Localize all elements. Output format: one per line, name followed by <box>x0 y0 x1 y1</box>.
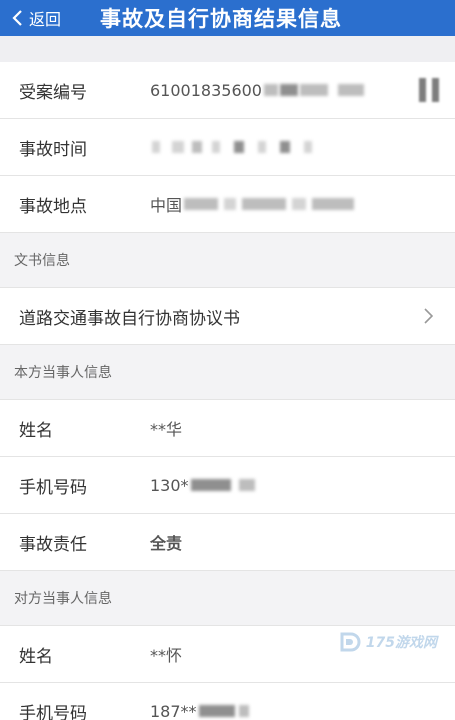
own-phone-row: 手机号码 130* <box>0 457 455 514</box>
own-phone-label: 手机号码 <box>19 477 87 498</box>
redaction-mark <box>238 705 249 717</box>
case-number-label: 受案编号 <box>19 82 87 103</box>
redaction-mark <box>172 141 184 153</box>
own-phone-text: 130* <box>150 475 189 495</box>
redaction-mark <box>152 141 160 153</box>
own-name-row: 姓名 **华 <box>0 400 455 457</box>
redaction-mark <box>304 141 312 153</box>
accident-time-label: 事故时间 <box>19 139 87 160</box>
other-phone-label: 手机号码 <box>19 703 87 720</box>
redaction-mark <box>242 198 287 210</box>
redaction-mark <box>234 141 244 153</box>
redaction-mark <box>280 141 290 153</box>
back-label: 返回 <box>29 10 62 29</box>
case-number-text: 61001835600 <box>150 80 262 100</box>
chevron-right-icon <box>424 308 433 324</box>
top-spacer <box>0 36 455 62</box>
redaction-mark <box>192 141 202 153</box>
own-name-value: **华 <box>150 420 183 439</box>
redaction-mark <box>238 479 255 491</box>
redaction-mark <box>299 84 328 96</box>
redaction-mark <box>258 141 266 153</box>
own-party-section-header: 本方当事人信息 <box>0 345 455 400</box>
accident-time-row: 事故时间 <box>0 119 455 176</box>
case-number-value: 61001835600 <box>150 81 364 100</box>
redaction-mark <box>212 141 220 153</box>
redaction-mark <box>190 479 231 491</box>
redaction-block <box>419 78 439 102</box>
agreement-document-label: 道路交通事故自行协商协议书 <box>19 308 240 329</box>
page-title: 事故及自行协商结果信息 <box>100 7 342 31</box>
own-name-label: 姓名 <box>19 420 53 441</box>
app-header: 返回 事故及自行协商结果信息 <box>0 0 455 36</box>
own-liability-label: 事故责任 <box>19 534 87 555</box>
redaction-mark <box>198 705 235 717</box>
redaction-mark <box>184 198 219 210</box>
watermark-logo-icon <box>340 632 361 652</box>
chevron-left-icon <box>12 10 22 26</box>
redaction-mark <box>292 198 307 210</box>
other-phone-text: 187** <box>150 701 197 720</box>
own-liability-row: 事故责任 全责 <box>0 514 455 571</box>
other-party-section-header: 对方当事人信息 <box>0 571 455 626</box>
accident-place-row: 事故地点 中国 <box>0 176 455 233</box>
site-watermark: 175游戏网 <box>338 630 437 654</box>
redaction-mark <box>312 198 355 210</box>
accident-place-label: 事故地点 <box>19 196 87 217</box>
case-number-row: 受案编号 61001835600 <box>0 62 455 119</box>
documents-section-header: 文书信息 <box>0 233 455 288</box>
other-phone-value: 187** <box>150 702 249 720</box>
accident-place-text: 中国 <box>150 196 183 215</box>
watermark-text: 175游戏网 <box>365 635 437 651</box>
redaction-mark <box>279 84 298 96</box>
redaction-mark <box>337 84 364 96</box>
redaction-mark <box>224 198 237 210</box>
agreement-document-item[interactable]: 道路交通事故自行协商协议书 <box>0 288 455 345</box>
own-phone-value: 130* <box>150 476 255 495</box>
other-phone-row: 手机号码 187** <box>0 683 455 720</box>
accident-time-value <box>150 141 312 153</box>
other-name-value: **怀 <box>150 646 183 665</box>
accident-place-value: 中国 <box>150 192 355 216</box>
other-name-label: 姓名 <box>19 646 53 667</box>
redaction-mark <box>263 84 278 96</box>
own-liability-value: 全责 <box>150 534 183 553</box>
back-button[interactable]: 返回 <box>0 0 61 36</box>
